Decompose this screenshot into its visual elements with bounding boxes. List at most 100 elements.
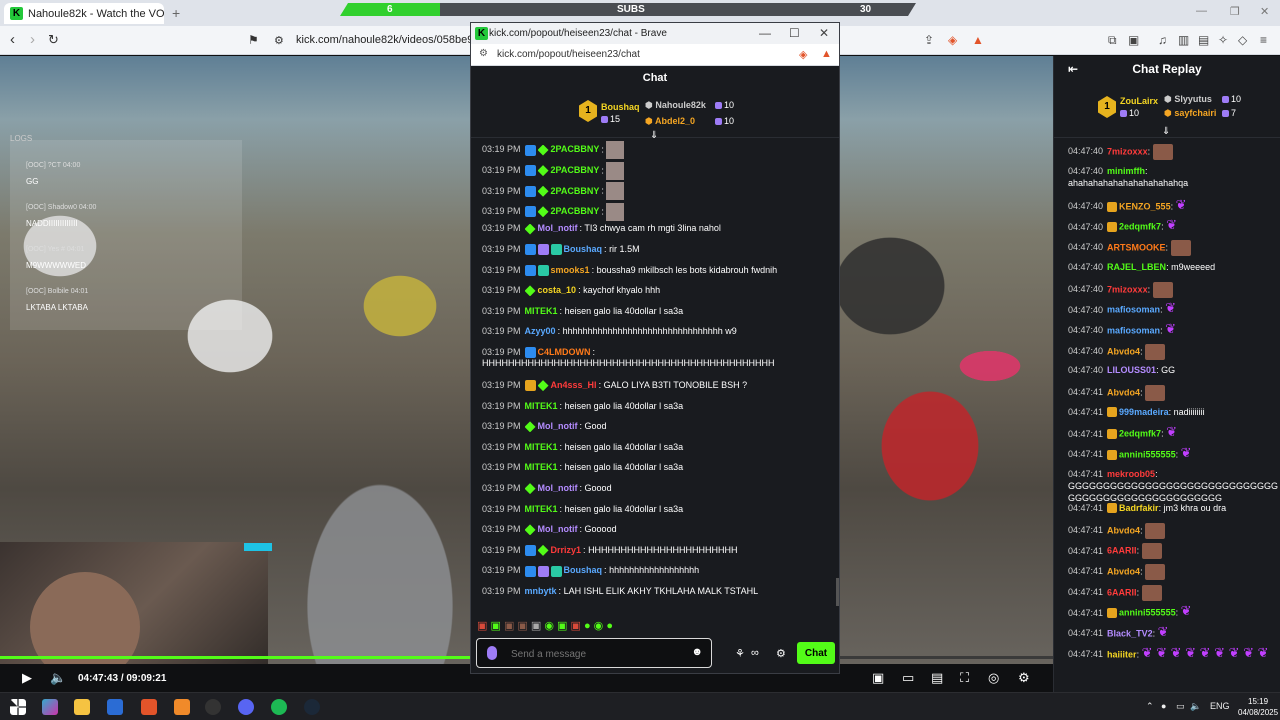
chat-input[interactable] [511,646,681,662]
popout-minimize-icon[interactable]: — [759,26,771,40]
message-username[interactable]: LILOUSS01 [1107,365,1156,375]
new-tab-icon[interactable]: + [172,5,180,21]
message-username[interactable]: MITEK1 [525,401,558,411]
tab-search-icon[interactable]: ▣ [1128,33,1139,47]
site-info-icon[interactable]: ⚙ [479,48,488,59]
site-info-icon[interactable]: ⚙ [274,34,284,47]
spotify-icon[interactable] [271,699,287,715]
emote-icon[interactable]: ● [606,620,613,632]
message-username[interactable]: Drrizy1 [551,545,582,555]
play-icon[interactable]: ▶ [22,670,32,686]
message-username[interactable]: Mol_notif [538,483,578,493]
emote-icon[interactable]: ◉ [594,620,604,632]
message-username[interactable]: 7mizoxxx [1107,284,1148,294]
message-username[interactable]: Mol_notif [538,223,578,233]
theater-icon[interactable]: ▭ [902,670,914,686]
share-icon[interactable]: ⇪ [924,33,934,47]
network-icon[interactable]: ▭ [1176,701,1185,712]
vpn-icon[interactable]: ◇ [1238,33,1247,47]
emote-icon[interactable]: ▣ [557,620,567,632]
chat-input-box[interactable]: ☻ [476,638,712,668]
mic-tray-icon[interactable]: ● [1161,701,1166,711]
reload-icon[interactable]: ↻ [48,32,59,48]
message-username[interactable]: 2PACBBNY [551,144,600,154]
popout-close-icon[interactable]: ✕ [819,26,829,40]
message-username[interactable]: 2edqmfk7 [1119,222,1161,232]
message-username[interactable]: annini555555 [1119,449,1176,459]
copilot-icon[interactable] [42,699,58,715]
steam-icon[interactable] [304,699,320,715]
brave-rewards-icon[interactable]: ▲ [821,48,832,60]
emote-icon[interactable]: ▣ [477,620,487,632]
message-username[interactable]: MITEK1 [525,306,558,316]
clip-icon[interactable]: ▤ [931,670,943,686]
message-username[interactable]: Azyy00 [525,326,556,336]
message-username[interactable]: 2edqmfk7 [1119,429,1161,439]
store-icon[interactable] [107,699,123,715]
bookmark-icon[interactable]: ⚑ [248,33,259,47]
message-username[interactable]: Mol_notif [538,421,578,431]
top-gifter-name[interactable]: Boushaq [601,102,640,112]
forward-icon[interactable]: › [30,31,35,48]
message-username[interactable]: 6AARII [1107,587,1137,597]
message-username[interactable]: smooks1 [551,265,590,275]
message-username[interactable]: C4LMDOWN [538,347,591,357]
message-username[interactable]: 2PACBBNY [551,206,600,216]
chat-settings-icon[interactable]: ⚙ [776,647,786,660]
emote-icon[interactable]: ▣ [531,620,541,632]
wallet-icon[interactable]: ▤ [1198,33,1209,47]
menu-icon[interactable]: ≡ [1260,33,1267,47]
system-clock[interactable]: 15:19 04/08/2025 [1238,696,1278,718]
voice-icon[interactable] [487,646,497,660]
message-username[interactable]: 2PACBBNY [551,186,600,196]
sidebar-icon[interactable]: ▥ [1178,33,1189,47]
message-username[interactable]: Black_TV2 [1107,628,1153,638]
close-window-icon[interactable]: ✕ [1260,5,1269,18]
start-icon[interactable] [10,699,26,715]
message-username[interactable]: mafiosoman [1107,325,1160,335]
settings-icon[interactable]: ⚙ [1018,670,1030,686]
second-gifter-name[interactable]: ⬢ Nahoule82k [645,100,706,111]
expand-gifters-icon[interactable]: ⇓ [1162,126,1170,137]
emote-icon[interactable]: ▣ [570,620,580,632]
message-username[interactable]: Badrfakir [1119,503,1159,513]
send-chat-button[interactable]: Chat [797,642,835,664]
miniplayer-icon[interactable]: ▣ [872,670,884,686]
infinity-icon[interactable]: ∞ [751,647,759,659]
minimize-icon[interactable]: — [1196,5,1207,17]
emote-icon[interactable]: ▣ [504,620,514,632]
message-username[interactable]: annini555555 [1119,608,1176,618]
brave-icon[interactable] [141,699,157,715]
message-username[interactable]: minimffh [1107,166,1145,176]
emote-icon[interactable]: ▣ [517,620,527,632]
browser-tab[interactable]: K Nahoule82k - Watch the VOD o ✕ [4,3,164,24]
message-username[interactable]: MITEK1 [525,442,558,452]
message-username[interactable]: 7mizoxxx [1107,146,1148,156]
emote-icon[interactable]: ◉ [544,620,554,632]
message-username[interactable]: Boushaq [564,244,603,254]
message-username[interactable]: mafiosoman [1107,305,1160,315]
obs-icon[interactable] [205,699,221,715]
chat-scrollbar[interactable] [836,578,839,606]
extensions-icon[interactable]: ⧉ [1108,33,1117,48]
third-gifter-name[interactable]: ⬢ Abdel2_0 [645,116,695,127]
message-username[interactable]: MITEK1 [525,504,558,514]
emoji-picker-icon[interactable]: ☻ [691,646,703,658]
app-icon[interactable] [174,699,190,715]
message-username[interactable]: Abvdo4 [1107,566,1140,576]
url-text[interactable]: kick.com/nahoule82k/videos/058be9e8-f5 [296,34,498,46]
emote-icon[interactable]: ● [584,620,591,632]
message-username[interactable]: Boushaq [564,565,603,575]
emote-icon[interactable]: ▣ [490,620,500,632]
popout-maximize-icon[interactable]: ☐ [789,26,800,40]
message-username[interactable]: Abvdo4 [1107,387,1140,397]
message-username[interactable]: 6AARII [1107,546,1137,556]
message-username[interactable]: 999madeira [1119,407,1169,417]
message-username[interactable]: haiiiter [1107,649,1137,659]
gift-icon[interactable]: ⚘ [735,647,745,660]
brave-shields-icon[interactable]: ◈ [799,48,807,61]
message-username[interactable]: mnbytk [525,586,557,596]
collapse-chat-icon[interactable]: ⇤ [1068,62,1078,76]
media-icon[interactable]: ♫ [1158,33,1167,47]
top-gifter-name[interactable]: ZouLairx [1120,96,1158,106]
